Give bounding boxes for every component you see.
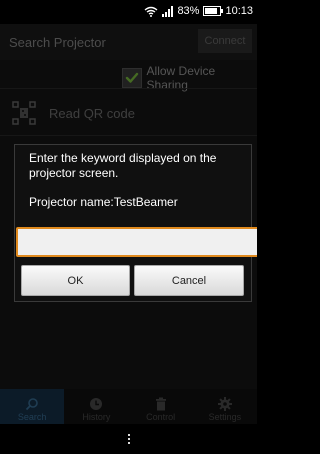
signal-icon	[162, 5, 174, 17]
ok-button[interactable]: OK	[21, 265, 130, 296]
keyword-input[interactable]	[16, 227, 257, 257]
wifi-icon	[144, 6, 158, 17]
battery-percent: 83%	[177, 5, 200, 17]
dialog-message: Enter the keyword displayed on the proje…	[29, 151, 217, 180]
system-nav-bar	[0, 424, 257, 454]
app-screen: 83% 10:13 Search Projector Connect Allow…	[0, 0, 257, 454]
battery-icon	[203, 6, 224, 16]
projector-name-label: Projector name:TestBeamer	[29, 195, 178, 209]
status-bar: 83% 10:13	[0, 0, 257, 24]
clock-time: 10:13	[225, 5, 253, 17]
cancel-button[interactable]: Cancel	[134, 265, 244, 296]
overflow-menu-icon[interactable]	[127, 434, 130, 444]
keyword-dialog: Enter the keyword displayed on the proje…	[14, 144, 257, 302]
